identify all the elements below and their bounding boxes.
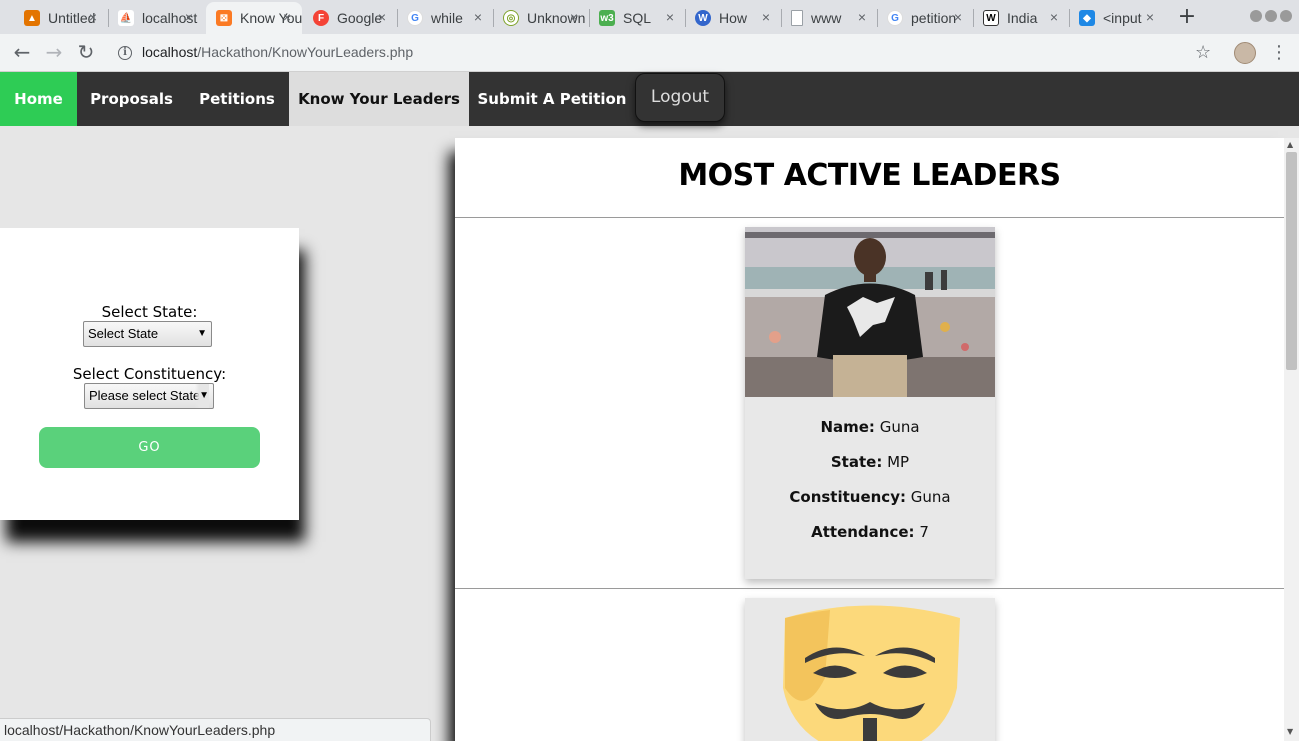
nav-petitions[interactable]: Petitions [186,72,288,126]
close-icon[interactable]: × [1047,10,1061,24]
close-icon[interactable]: × [951,10,965,24]
scrollbar-thumb[interactable] [1286,152,1297,370]
address-bar[interactable]: i localhost/Hackathon/KnowYourLeaders.ph… [108,38,1228,68]
url-path: /Hackathon/KnowYourLeaders.php [197,44,414,60]
nav-proposals[interactable]: Proposals [77,72,186,126]
leader-state-row: State: MP [745,453,995,471]
wikipedia-icon: W [983,10,999,26]
forward-arrow-icon[interactable]: → [42,40,66,64]
status-bar: localhost/Hackathon/KnowYourLeaders.php [0,718,431,741]
xampp-icon: ⊠ [216,10,232,26]
leader-name: Guna [879,418,920,436]
info-icon[interactable]: i [118,46,132,60]
close-icon[interactable]: × [86,10,100,24]
state-select-value: Select State [88,326,159,341]
filter-panel: Select State: Select State ▼ Select Cons… [0,228,299,520]
constituency-select[interactable]: Please select State ▼ [84,383,214,409]
leader-name-row: Name: Guna [745,418,995,436]
browser-toolbar: ← → ↻ i localhost/Hackathon/KnowYourLead… [0,34,1299,72]
url-text[interactable]: localhost/Hackathon/KnowYourLeaders.php [142,44,413,60]
close-icon[interactable]: × [855,10,869,24]
nav-home[interactable]: Home [0,72,77,126]
scroll-down-icon[interactable]: ▼ [1287,727,1293,736]
state-label: Select State: [101,303,198,321]
browser-tab[interactable]: G petition × [877,2,973,34]
google-icon: G [407,10,423,26]
browser-tab[interactable]: W India × [973,2,1069,34]
leader-card: Name: Guna State: MP Constituency: Guna … [745,227,995,579]
browser-tab[interactable]: ◎ Unknown × [493,2,589,34]
caret-down-icon: ▼ [197,328,207,339]
so-icon: ◆ [1079,10,1095,26]
site-navbar: Home Proposals Petitions Know Your Leade… [0,72,1299,126]
bookmark-star-icon[interactable]: ☆ [1195,42,1211,63]
browser-tab[interactable]: w3 SQL × [589,2,685,34]
minimize-icon[interactable] [1250,10,1262,22]
menu-kebab-icon[interactable]: ⋮ [1270,42,1288,63]
w3-icon: w3 [599,10,615,26]
new-tab-button[interactable]: + [1176,4,1198,30]
profile-avatar[interactable] [1234,42,1256,64]
page-scrollbar[interactable]: ▲ ▼ [1284,138,1299,741]
browser-tabstrip: ▲ Untitled × ⛵ localhost × ⊠ Know Your L… [0,0,1299,34]
wiki-w-icon: W [695,10,711,26]
constituency-select-value: Please select State [89,388,201,403]
nav-submit-petition[interactable]: Submit A Petition [469,72,635,126]
leader-card [745,598,995,741]
close-icon[interactable]: × [375,10,389,24]
scroll-up-icon[interactable]: ▲ [1287,140,1293,149]
triangle-orange-icon: ▲ [24,10,40,26]
mask-avatar-icon [745,598,995,741]
close-icon[interactable]: × [567,10,581,24]
close-window-icon[interactable] [1280,10,1292,22]
firebase-icon: F [313,10,329,26]
leaf-icon: ◎ [503,10,519,26]
google-icon: G [887,10,903,26]
close-icon[interactable]: × [1143,10,1157,24]
state-field-label: State: [830,453,883,471]
close-icon[interactable]: × [182,10,196,24]
leader-attendance-row: Attendance: 7 [745,523,995,541]
leader-attendance: 7 [919,523,929,541]
name-label: Name: [820,418,875,436]
leader-state: MP [887,453,910,471]
close-icon[interactable]: × [471,10,485,24]
state-select[interactable]: Select State ▼ [83,321,212,347]
constituency-label: Select Constituency: [72,365,227,383]
browser-tab[interactable]: F Google × [303,2,397,34]
url-host: localhost [142,44,198,60]
constituency-field-label: Constituency: [789,488,906,506]
pma-icon: ⛵ [118,10,134,26]
go-button[interactable]: GO [39,427,260,468]
reload-icon[interactable]: ↻ [74,40,98,64]
maximize-icon[interactable] [1265,10,1277,22]
nav-know-your-leaders[interactable]: Know Your Leaders [289,72,469,126]
browser-tab[interactable]: G while × [397,2,493,34]
leaders-panel: MOST ACTIVE LEADERS Name: Guna State: MP… [455,138,1284,741]
divider [455,588,1284,589]
browser-tab[interactable]: www × [781,2,877,34]
divider [455,217,1284,218]
browser-tab[interactable]: ▲ Untitled × [14,2,108,34]
close-icon[interactable]: × [280,10,294,24]
page-icon [791,10,803,26]
logout-button[interactable]: Logout [635,73,725,122]
browser-tab[interactable]: W How × [685,2,781,34]
leader-constituency: Guna [910,488,951,506]
close-icon[interactable]: × [759,10,773,24]
close-icon[interactable]: × [663,10,677,24]
caret-down-icon: ▼ [195,384,209,408]
leader-constituency-row: Constituency: Guna [745,488,995,506]
page-title: MOST ACTIVE LEADERS [678,158,1061,193]
browser-tab-active[interactable]: ⊠ Know Your Leaders × [206,2,302,34]
browser-tab[interactable]: ⛵ localhost × [108,2,204,34]
attendance-label: Attendance: [811,523,915,541]
back-arrow-icon[interactable]: ← [10,40,34,64]
browser-tab[interactable]: ◆ <input × [1069,2,1165,34]
leader-photo [745,227,995,397]
